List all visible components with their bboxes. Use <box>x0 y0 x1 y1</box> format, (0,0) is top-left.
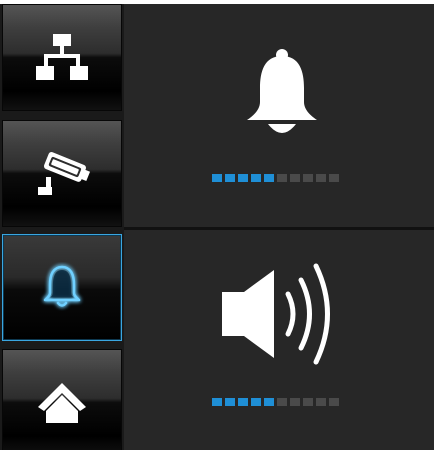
level-segment-off[interactable] <box>277 398 287 406</box>
level-segment-off[interactable] <box>290 174 300 182</box>
bell-icon <box>247 49 317 133</box>
level-segment-off[interactable] <box>290 398 300 406</box>
level-segment-on[interactable] <box>251 174 261 182</box>
level-segment-off[interactable] <box>316 174 326 182</box>
level-segment-off[interactable] <box>316 398 326 406</box>
notification-level-bar[interactable] <box>212 174 339 182</box>
level-segment-on[interactable] <box>264 174 274 182</box>
level-segment-off[interactable] <box>277 174 287 182</box>
level-segment-on[interactable] <box>251 398 261 406</box>
level-segment-off[interactable] <box>303 398 313 406</box>
sidebar-item-network[interactable] <box>2 4 122 111</box>
speaker-volume-icon <box>222 263 330 365</box>
level-segment-on[interactable] <box>225 174 235 182</box>
notification-panel <box>124 4 434 227</box>
level-segment-on[interactable] <box>212 174 222 182</box>
level-segment-on[interactable] <box>225 398 235 406</box>
home-icon <box>38 382 86 423</box>
sidebar-item-notifications[interactable] <box>2 234 122 341</box>
security-camera-icon <box>38 151 91 195</box>
level-segment-off[interactable] <box>303 174 313 182</box>
level-segment-off[interactable] <box>329 398 339 406</box>
sidebar-item-security-camera[interactable] <box>2 120 122 227</box>
network-icon <box>36 33 88 80</box>
level-segment-on[interactable] <box>264 398 274 406</box>
volume-panel <box>124 230 434 450</box>
sidebar <box>0 4 124 450</box>
level-segment-on[interactable] <box>238 398 248 406</box>
level-segment-off[interactable] <box>329 174 339 182</box>
sidebar-item-home[interactable] <box>2 349 122 450</box>
bell-icon <box>43 265 81 307</box>
level-segment-on[interactable] <box>238 174 248 182</box>
app-frame <box>0 4 434 450</box>
volume-level-bar[interactable] <box>212 398 339 406</box>
level-segment-on[interactable] <box>212 398 222 406</box>
